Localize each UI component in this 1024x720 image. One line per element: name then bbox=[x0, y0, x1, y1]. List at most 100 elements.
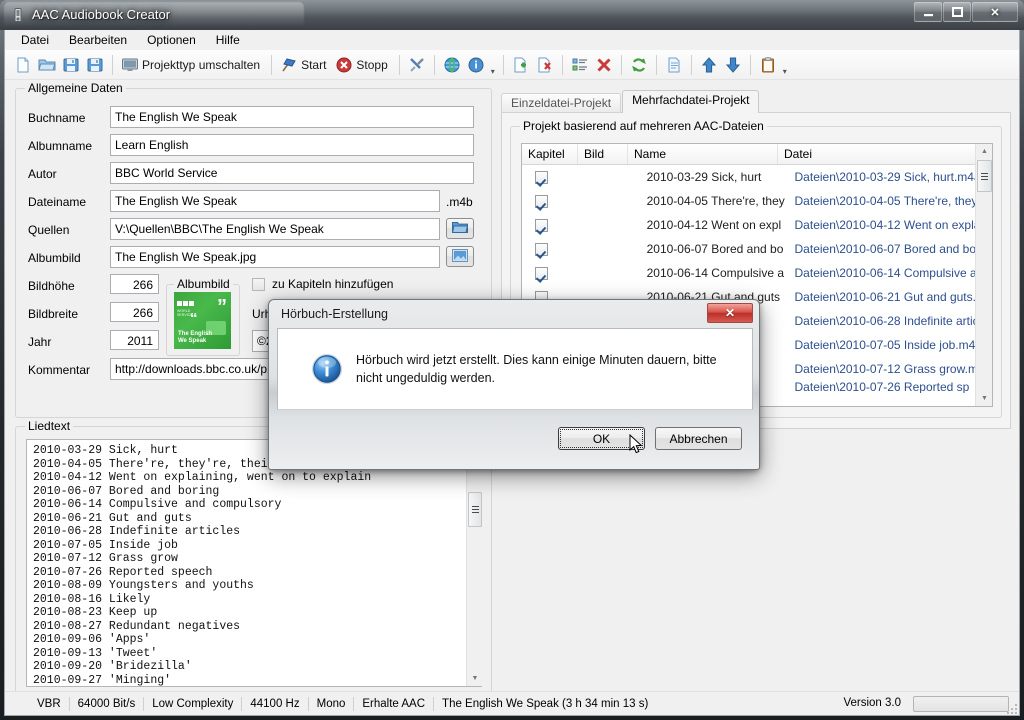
start-button[interactable]: Start bbox=[277, 52, 332, 78]
input-dateiname[interactable]: The English We Speak bbox=[110, 190, 440, 212]
lyrics-scrollbar[interactable]: ▲ ▼ bbox=[466, 440, 483, 686]
table-row[interactable]: 2010-04-05 There're, they Dateien\2010-0… bbox=[522, 189, 992, 213]
clipboard-button[interactable] bbox=[756, 52, 780, 78]
resize-grip[interactable] bbox=[1005, 702, 1017, 714]
column-header-bild[interactable]: Bild bbox=[578, 144, 628, 164]
maximize-button[interactable] bbox=[943, 2, 971, 22]
file-add-icon bbox=[512, 56, 530, 74]
title-bar[interactable]: AAC Audiobook Creator ✕ bbox=[0, 0, 1024, 30]
settings-button[interactable] bbox=[405, 52, 429, 78]
input-albumbild-path[interactable]: The English We Speak.jpg bbox=[110, 246, 440, 268]
input-bildhoehe[interactable]: 266 bbox=[110, 274, 159, 294]
lyrics-textarea[interactable]: 2010-03-29 Sick, hurt 2010-04-05 There'r… bbox=[26, 439, 482, 687]
switch-project-type-button[interactable]: Projekttyp umschalten bbox=[118, 52, 266, 78]
open-project-button[interactable] bbox=[35, 52, 59, 78]
menu-hilfe[interactable]: Hilfe bbox=[206, 31, 250, 49]
close-button[interactable]: ✕ bbox=[972, 2, 1018, 22]
dialog-body: Hörbuch wird jetzt erstellt. Dies kann e… bbox=[277, 328, 753, 410]
save-as-button[interactable] bbox=[83, 52, 107, 78]
minimize-button[interactable] bbox=[914, 2, 942, 22]
cell-name: 2010-04-05 There're, they bbox=[646, 194, 785, 208]
label-albumbild-path: Albumbild bbox=[28, 251, 81, 265]
move-down-button[interactable] bbox=[721, 52, 745, 78]
web-button[interactable] bbox=[440, 52, 464, 78]
label-albumname: Albumname bbox=[28, 139, 93, 153]
status-mode: Erhalte AAC bbox=[354, 696, 435, 711]
dialog-ok-button[interactable]: OK bbox=[558, 427, 645, 450]
table-row[interactable]: 2010-06-14 Compulsive a Dateien\2010-06-… bbox=[522, 261, 992, 285]
file-delete-icon bbox=[536, 56, 554, 74]
table-scroll-up-arrow[interactable]: ▲ bbox=[976, 144, 992, 159]
input-autor[interactable]: BBC World Service bbox=[110, 162, 474, 184]
new-project-button[interactable] bbox=[11, 52, 35, 78]
cell-datei: Dateien\2010-06-07 Bored and bori bbox=[794, 242, 983, 256]
switch-project-type-label: Projekttyp umschalten bbox=[142, 57, 261, 72]
table-row[interactable]: 2010-04-12 Went on expl Dateien\2010-04-… bbox=[522, 213, 992, 237]
lyrics-scroll-down-arrow[interactable]: ▼ bbox=[467, 671, 483, 686]
status-book-duration: The English We Speak (3 h 34 min 13 s) bbox=[442, 697, 649, 710]
add-file-button[interactable] bbox=[509, 52, 533, 78]
row-checkbox[interactable] bbox=[535, 266, 548, 280]
row-checkbox[interactable] bbox=[535, 194, 548, 208]
input-jahr[interactable]: 2011 bbox=[110, 330, 159, 350]
album-cover-image[interactable]: WORLD SERVICE ” “ The English We Speak bbox=[174, 292, 231, 349]
column-header-datei[interactable]: Datei bbox=[778, 144, 978, 164]
input-quellen[interactable]: V:\Quellen\BBC\The English We Speak bbox=[110, 218, 440, 240]
files-table-scrollbar[interactable]: ▲ ▼ bbox=[975, 144, 992, 406]
input-albumname[interactable]: Learn English bbox=[110, 134, 474, 156]
window-controls: ✕ bbox=[913, 2, 1018, 22]
cell-datei: Dateien\2010-06-28 Indefinite articl bbox=[794, 314, 982, 328]
row-checkbox[interactable] bbox=[535, 170, 548, 184]
table-row[interactable]: 2010-06-07 Bored and bo Dateien\2010-06-… bbox=[522, 237, 992, 261]
toolbar-overflow-2[interactable]: ▾ bbox=[780, 52, 790, 78]
stop-label: Stopp bbox=[356, 57, 388, 72]
files-table-header: Kapitel Bild Name Datei bbox=[522, 144, 992, 165]
add-to-chapters-label: zu Kapiteln hinzufügen bbox=[272, 277, 394, 291]
add-to-chapters-checkbox[interactable] bbox=[252, 278, 265, 291]
chevron-down-icon-2: ▾ bbox=[782, 66, 787, 76]
properties-button[interactable] bbox=[568, 52, 592, 78]
cell-name: 2010-04-12 Went on expl bbox=[646, 218, 782, 232]
column-header-name[interactable]: Name bbox=[628, 144, 778, 164]
cell-datei: Dateien\2010-07-12 Grass grow.m4 bbox=[794, 362, 985, 376]
table-scroll-thumb[interactable] bbox=[977, 160, 992, 192]
tab-mehrfachdatei-projekt[interactable]: Mehrfachdatei-Projekt bbox=[622, 90, 760, 113]
dialog-cancel-label: Abbrechen bbox=[669, 431, 728, 446]
toolbar-overflow-1[interactable]: ▾ bbox=[488, 52, 498, 78]
cell-datei: Dateien\2010-04-12 Went on explai bbox=[794, 218, 984, 232]
info-button[interactable] bbox=[464, 52, 488, 78]
label-dateiname: Dateiname bbox=[28, 195, 87, 209]
refresh-button[interactable] bbox=[627, 52, 651, 78]
folder-icon bbox=[451, 221, 469, 237]
input-bildbreite[interactable]: 266 bbox=[110, 302, 159, 322]
start-flag-icon bbox=[280, 56, 298, 74]
delete-all-button[interactable] bbox=[592, 52, 616, 78]
menu-bearbeiten[interactable]: Bearbeiten bbox=[59, 31, 137, 49]
menu-optionen[interactable]: Optionen bbox=[137, 31, 206, 49]
table-scroll-down-arrow[interactable]: ▼ bbox=[976, 391, 992, 406]
stop-button[interactable]: Stopp bbox=[332, 52, 393, 78]
row-checkbox[interactable] bbox=[535, 242, 548, 256]
dialog-cancel-button[interactable]: Abbrechen bbox=[655, 427, 742, 450]
remove-file-button[interactable] bbox=[533, 52, 557, 78]
browse-quellen-button[interactable] bbox=[446, 218, 474, 239]
row-checkbox[interactable] bbox=[535, 218, 548, 232]
menu-datei[interactable]: Datei bbox=[11, 31, 59, 49]
toolbar-separator-7 bbox=[620, 54, 622, 75]
refresh-icon bbox=[630, 56, 648, 74]
input-buchname[interactable]: The English We Speak bbox=[110, 106, 474, 128]
tab-einzeldatei-projekt[interactable]: Einzeldatei-Projekt bbox=[501, 93, 622, 113]
table-row[interactable]: 2010-03-29 Sick, hurt Dateien\2010-03-29… bbox=[522, 165, 992, 189]
lyrics-group-label: Liedtext bbox=[25, 419, 74, 433]
column-header-kapitel[interactable]: Kapitel bbox=[522, 144, 578, 164]
hoerbuch-erstellung-dialog: Hörbuch-Erstellung ✕ Hörbuch wird jetzt … bbox=[268, 299, 760, 470]
browse-albumbild-button[interactable] bbox=[446, 246, 474, 267]
move-up-button[interactable] bbox=[697, 52, 721, 78]
dialog-close-button[interactable]: ✕ bbox=[707, 303, 753, 323]
start-label: Start bbox=[301, 57, 327, 72]
document-button[interactable] bbox=[662, 52, 686, 78]
lyrics-scroll-thumb[interactable] bbox=[468, 492, 482, 527]
label-kommentar: Kommentar bbox=[28, 363, 91, 377]
save-button[interactable] bbox=[59, 52, 83, 78]
quote-mark-small: “ bbox=[190, 310, 198, 327]
